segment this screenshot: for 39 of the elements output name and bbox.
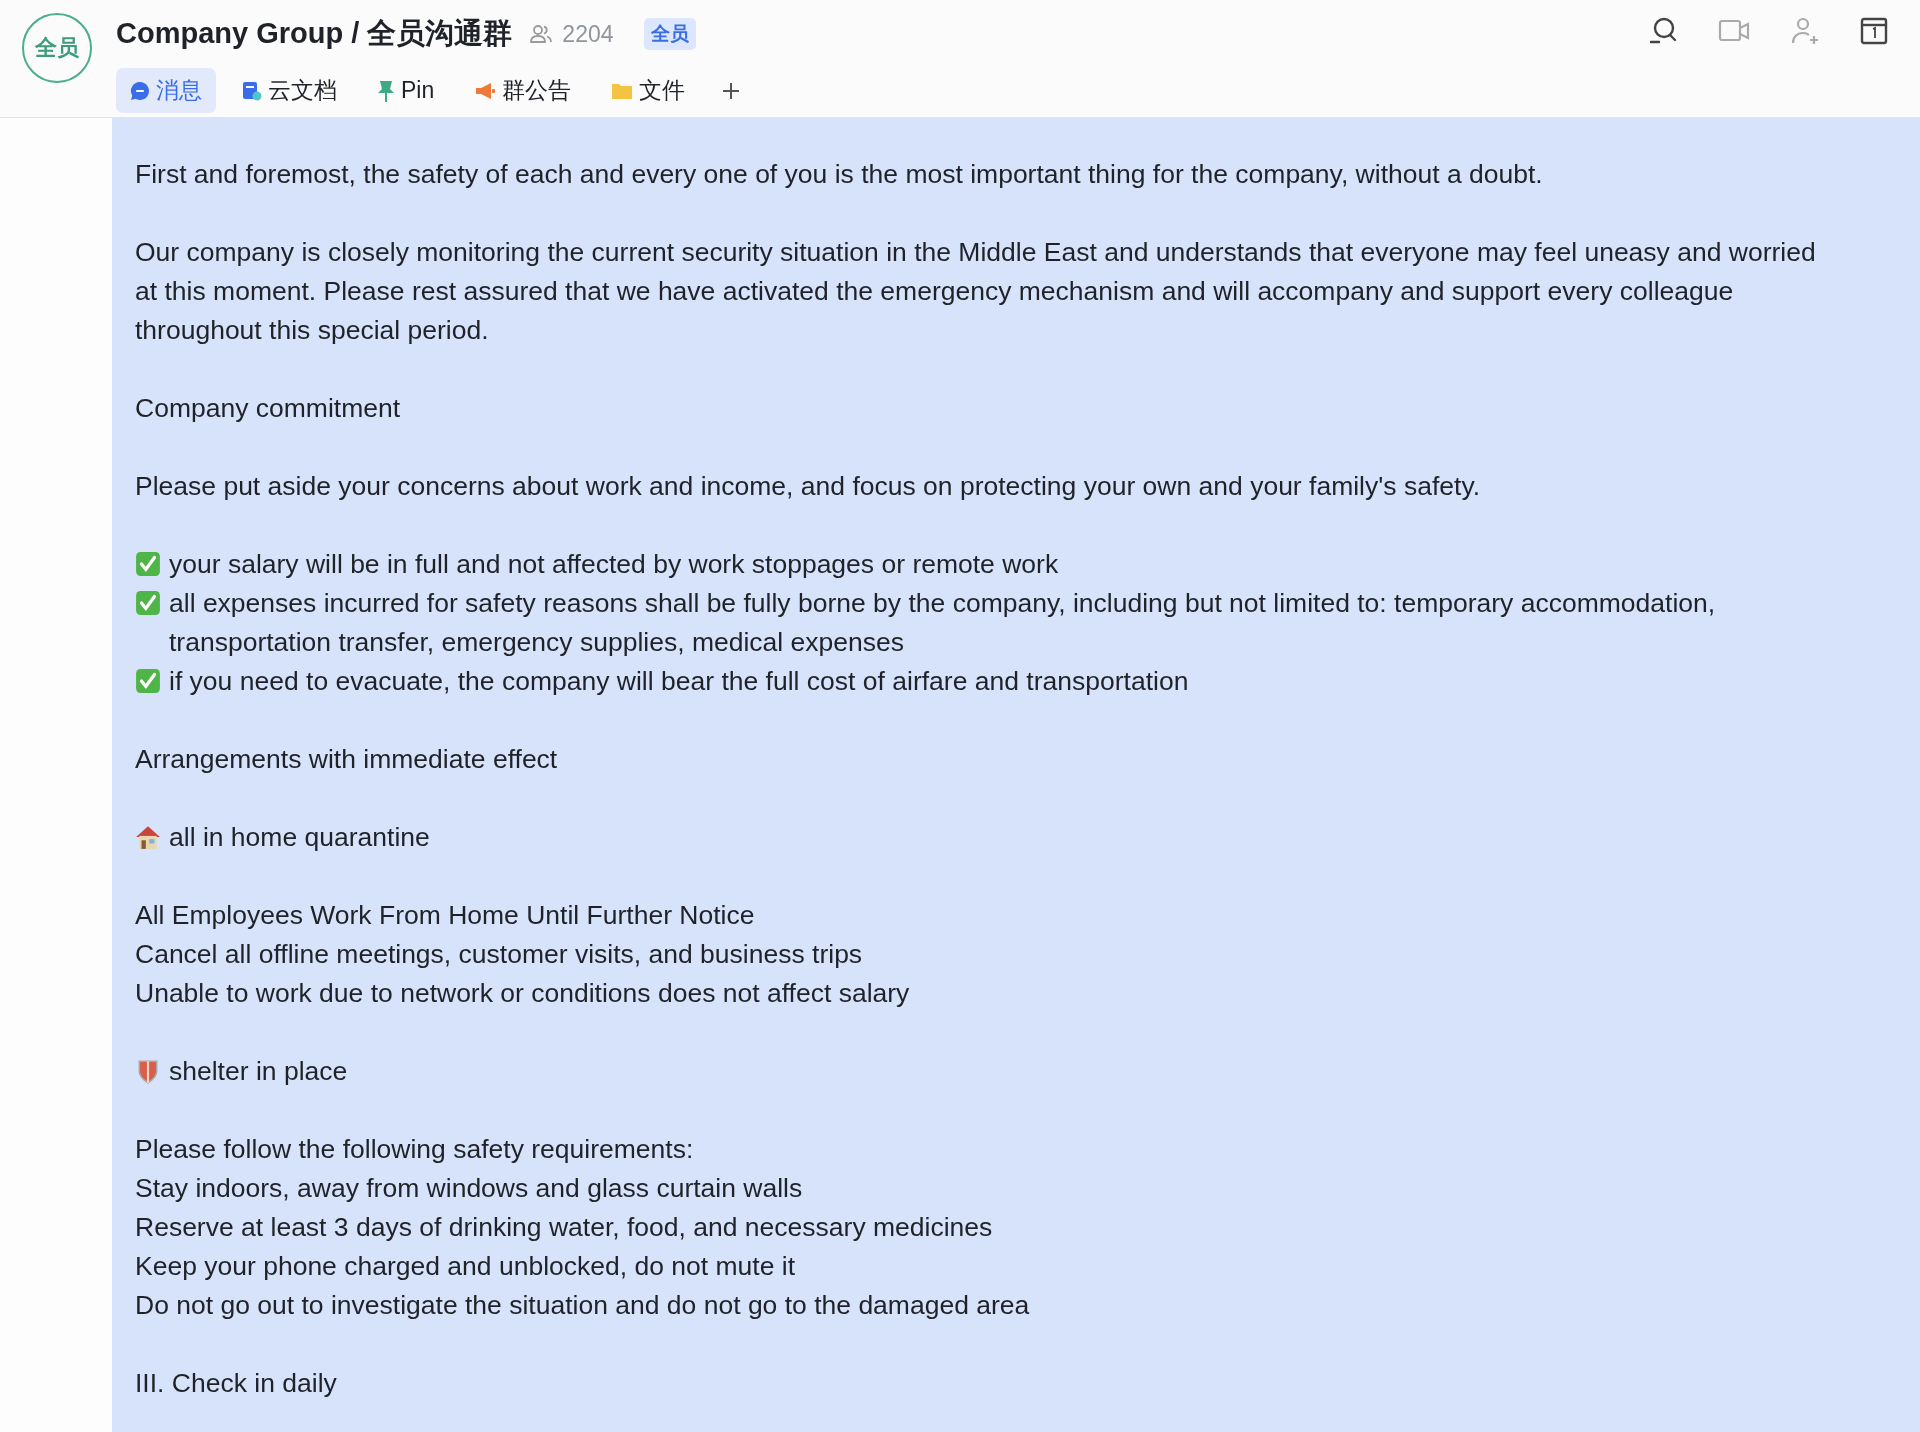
- megaphone-icon: [474, 80, 497, 101]
- chat-tab[interactable]: 文件: [597, 68, 700, 113]
- message-text: your salary will be in full and not affected by work stoppages or remote work: [169, 548, 1059, 581]
- member-count: 2204: [562, 20, 614, 48]
- search-icon[interactable]: [1648, 16, 1678, 46]
- message-text: Please put aside your concerns about work and income, and focus on protecting your own and your family's safety.: [135, 470, 1481, 503]
- message-text: III. Check in daily: [135, 1367, 337, 1400]
- folder-icon: [611, 81, 634, 100]
- add-tab-icon[interactable]: [721, 80, 742, 101]
- message-text: Cancel all offline meetings, customer visits, and business trips: [135, 938, 863, 971]
- message-text: Our company is closely monitoring the current security situation in the Middle East and understands that everyone may feel uneasy and worried at this moment. Please rest assured that we have activated the emergency mechanism and will accompany and support every colleague throughout this special period.: [135, 236, 1817, 347]
- message-text: Reserve at least 3 days of drinking water, food, and necessary medicines: [135, 1211, 993, 1244]
- message-text: Arrangements with immediate effect: [135, 743, 558, 776]
- chat-tab[interactable]: 云文档: [228, 68, 351, 113]
- message-text: if you need to evacuate, the company will bear the full cost of airfare and transportation: [169, 665, 1189, 698]
- message-text: Stay indoors, away from windows and glass curtain walls: [135, 1172, 803, 1205]
- message-text: First and foremost, the safety of each and every one of you is the most important thing for the company, without a doubt.: [135, 158, 1543, 191]
- message-text: Company commitment: [135, 392, 401, 425]
- house-icon: [135, 824, 161, 850]
- message-text: Please follow the following safety requirements:: [135, 1133, 694, 1166]
- people-icon: [530, 24, 553, 44]
- check-mark-icon: [135, 551, 161, 577]
- message-text: Unable to work due to network or conditions does not affect salary: [135, 977, 910, 1010]
- chat-bubble-icon: [130, 80, 150, 101]
- check-mark-icon: [135, 590, 161, 616]
- message-text: Do not go out to investigate the situation and do not go to the damaged area: [135, 1289, 1030, 1322]
- group-tag: 全员: [643, 18, 696, 50]
- message-text: All Employees Work From Home Until Further Notice: [135, 899, 755, 932]
- chat-tab[interactable]: 群公告: [460, 68, 586, 113]
- chat-tab[interactable]: 消息: [116, 68, 216, 113]
- message-text: Keep your phone charged and unblocked, do not mute it: [135, 1250, 796, 1283]
- chat-title: Company Group / 全员沟通群: [116, 16, 513, 51]
- message-text: all in home quarantine: [169, 821, 430, 854]
- pin-icon: [377, 79, 395, 102]
- check-mark-icon: [135, 668, 161, 694]
- document-icon: [242, 80, 262, 101]
- calendar-icon[interactable]: [1860, 17, 1888, 45]
- message-text: shelter in place: [169, 1055, 348, 1088]
- chat-tab[interactable]: Pin: [363, 70, 449, 111]
